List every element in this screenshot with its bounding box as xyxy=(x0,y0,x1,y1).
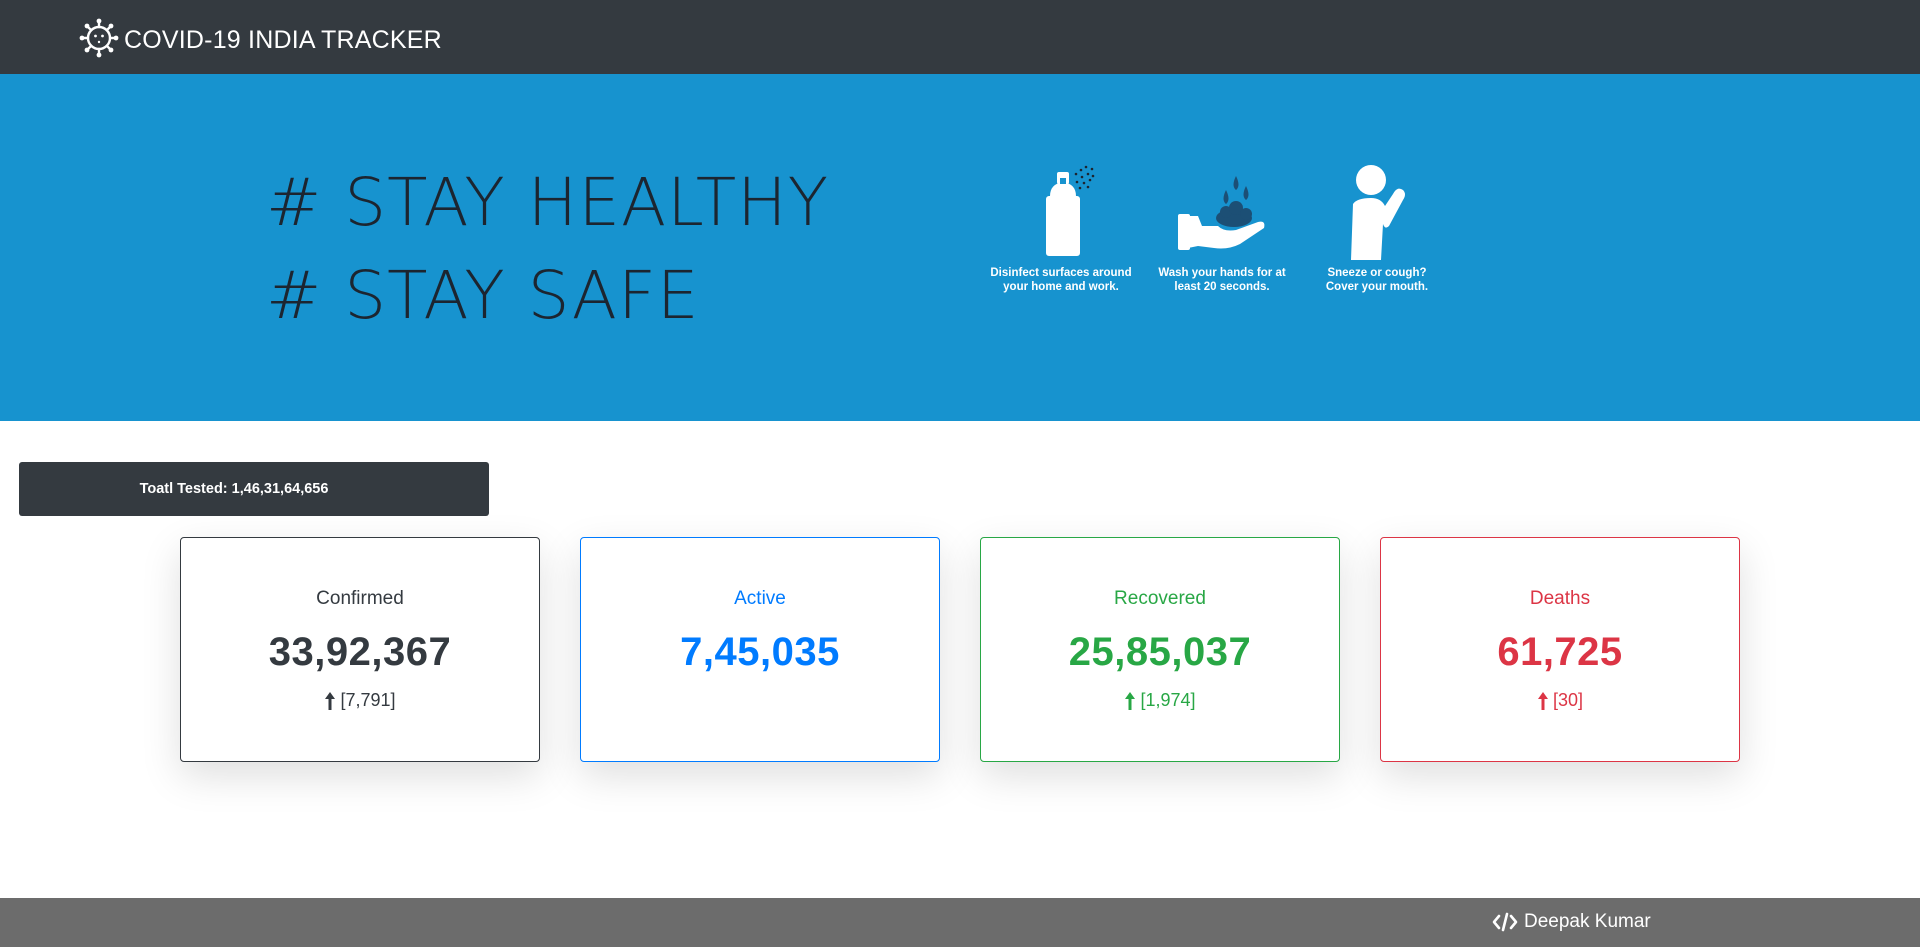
slogan-stay-safe: # STAY SAFE xyxy=(266,257,700,334)
card-recovered: Recovered 25,85,037 [1,974] xyxy=(980,537,1340,762)
tip-caption: Wash your hands for at least 20 seconds. xyxy=(1158,267,1286,293)
card-deaths: Deaths 61,725 [30] xyxy=(1380,537,1740,762)
card-delta: [1,974] xyxy=(981,690,1339,711)
hero-banner: # STAY HEALTHY # STAY SAFE Disinfect sur… xyxy=(0,74,1920,421)
navbar-brand[interactable]: COVID-19 INDIA TRACKER xyxy=(78,17,442,64)
spray-bottle-icon xyxy=(985,164,1137,260)
tip-cover-mouth: Sneeze or cough? Cover your mouth. xyxy=(1318,164,1436,294)
total-tested-badge: Toatl Tested: 1,46,31,64,656 xyxy=(19,462,489,516)
total-tested-label: Toatl Tested: 1,46,31,64,656 xyxy=(139,481,329,497)
tip-wash-hands: Wash your hands for at least 20 seconds. xyxy=(1155,172,1289,294)
tip-caption: Sneeze or cough? Cover your mouth. xyxy=(1325,267,1429,293)
card-title: Deaths xyxy=(1529,588,1591,609)
arrow-up-icon xyxy=(1537,691,1548,710)
card-delta-value: [30] xyxy=(1552,690,1584,710)
card-title: Recovered xyxy=(1114,588,1206,609)
card-delta: [30] xyxy=(1381,690,1739,711)
card-delta-value: [1,974] xyxy=(1140,690,1196,710)
hand-wash-icon xyxy=(1155,172,1289,260)
navbar: COVID-19 INDIA TRACKER xyxy=(0,0,1920,74)
brand-title: COVID-19 INDIA TRACKER xyxy=(124,26,442,54)
card-title: Confirmed xyxy=(316,588,404,609)
card-confirmed: Confirmed 33,92,367 [7,791] xyxy=(180,537,540,762)
author-link[interactable]: Deepak Kumar xyxy=(1492,911,1651,933)
card-active: Active 7,45,035 xyxy=(580,537,940,762)
card-delta: [7,791] xyxy=(181,690,539,711)
tip-caption: Disinfect surfaces around your home and … xyxy=(990,267,1132,293)
code-icon xyxy=(1492,912,1518,932)
card-value: 7,45,035 xyxy=(680,630,840,674)
card-value: 33,92,367 xyxy=(268,630,452,674)
author-name: Deepak Kumar xyxy=(1524,911,1651,932)
card-value: 61,725 xyxy=(1497,630,1623,674)
tip-disinfect: Disinfect surfaces around your home and … xyxy=(985,164,1137,294)
arrow-up-icon xyxy=(1125,691,1136,710)
card-title: Active xyxy=(734,588,786,609)
card-value: 25,85,037 xyxy=(1068,630,1252,674)
arrow-up-icon xyxy=(325,691,336,710)
virus-icon xyxy=(78,17,124,64)
footer: Deepak Kumar xyxy=(0,898,1920,947)
slogan-stay-healthy: # STAY HEALTHY xyxy=(266,164,830,241)
sneeze-person-icon xyxy=(1318,164,1436,260)
card-delta-value: [7,791] xyxy=(340,690,396,710)
